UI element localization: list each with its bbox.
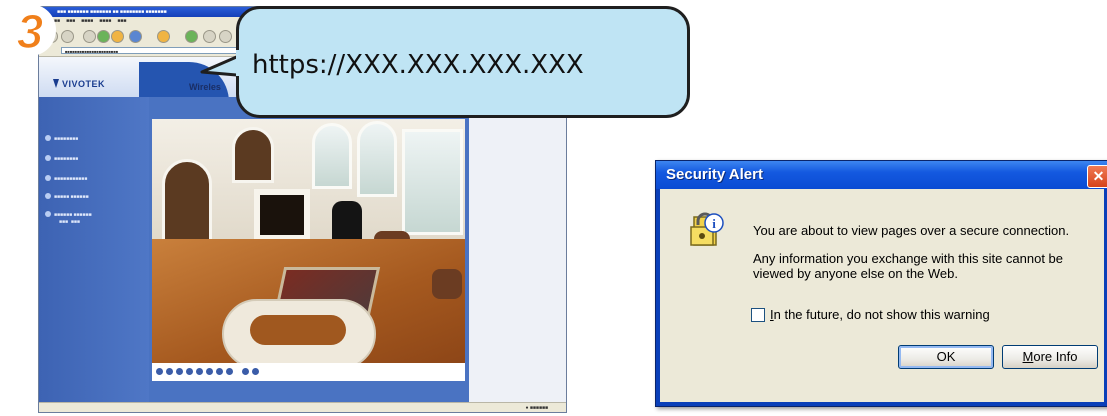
stop-icon[interactable] xyxy=(166,368,173,375)
live-video-view xyxy=(152,119,465,377)
forward-icon[interactable] xyxy=(61,30,74,43)
sidebar-item-2[interactable]: ■■■■■■■■ xyxy=(45,155,78,162)
sidebar-item-3[interactable]: ■■■■■■■■■■■ xyxy=(45,175,87,182)
security-alert-dialog: Security Alert ✕ i You are about to view… xyxy=(655,160,1107,407)
browser-status-bar: ● ■■■■■■ xyxy=(39,402,566,412)
internet-zone-indicator: ● ■■■■■■ xyxy=(525,405,548,411)
video-control-bar xyxy=(152,363,465,381)
window-right xyxy=(402,129,463,235)
bookshelf xyxy=(162,159,212,245)
dialog-body: i You are about to view pages over a sec… xyxy=(660,189,1104,402)
search-icon[interactable] xyxy=(129,30,142,43)
sidebar-item-5-sub[interactable]: ■■■ ■■■ xyxy=(59,219,80,225)
arched-window-2 xyxy=(357,121,397,197)
more-info-button[interactable]: More Info xyxy=(1002,345,1098,369)
zoom-icon[interactable] xyxy=(216,368,223,375)
stop-icon[interactable] xyxy=(83,30,96,43)
settings-icon[interactable] xyxy=(252,368,259,375)
message-secondary: Any information you exchange with this s… xyxy=(753,251,1064,281)
home-icon[interactable] xyxy=(111,30,124,43)
callout-pointer-joint xyxy=(236,50,242,76)
snapshot-icon[interactable] xyxy=(186,368,193,375)
sidebar-item-1[interactable]: ■■■■■■■■ xyxy=(45,135,78,142)
lock-info-icon: i xyxy=(690,212,724,246)
talk-icon[interactable] xyxy=(226,368,233,375)
fullscreen-icon[interactable] xyxy=(242,368,249,375)
camera-right-panel xyxy=(469,97,566,402)
sofa-seat xyxy=(250,315,346,345)
vivotek-logo: VIVOTEK xyxy=(53,79,105,89)
media-icon[interactable] xyxy=(185,30,198,43)
arched-window-1 xyxy=(312,123,352,189)
camera-sidebar: ■■■■■■■■ ■■■■■■■■ ■■■■■■■■■■■ ■■■■■ ■■■■… xyxy=(39,97,149,402)
close-icon[interactable]: ✕ xyxy=(1087,165,1107,188)
message-primary: You are about to view pages over a secur… xyxy=(753,223,1070,238)
sidebar-item-4[interactable]: ■■■■■ ■■■■■■ xyxy=(45,193,89,200)
side-chair xyxy=(432,269,462,299)
dialog-title-bar[interactable]: Security Alert ✕ xyxy=(656,161,1107,189)
favorites-icon[interactable] xyxy=(157,30,170,43)
step-number: 3 xyxy=(17,6,44,58)
sidebar-item-5[interactable]: ■■■■■■ ■■■■■■ xyxy=(45,211,92,218)
dont-warn-label[interactable]: In the future, do not show this warning xyxy=(770,307,990,322)
mute-icon[interactable] xyxy=(206,368,213,375)
dialog-title: Security Alert xyxy=(666,166,763,183)
record-icon[interactable] xyxy=(176,368,183,375)
step-number-badge: 3 xyxy=(4,4,56,58)
refresh-icon[interactable] xyxy=(97,30,110,43)
history-icon[interactable] xyxy=(203,30,216,43)
ok-button[interactable]: OK xyxy=(898,345,994,369)
fireplace xyxy=(254,189,310,241)
play-icon[interactable] xyxy=(156,368,163,375)
bookshelf-upper xyxy=(232,127,274,183)
mail-icon[interactable] xyxy=(219,30,232,43)
svg-text:i: i xyxy=(712,216,716,231)
url-callout-text: https://XXX.XXX.XXX.XXX xyxy=(252,50,584,80)
dont-warn-checkbox[interactable] xyxy=(751,308,765,322)
volume-icon[interactable] xyxy=(196,368,203,375)
